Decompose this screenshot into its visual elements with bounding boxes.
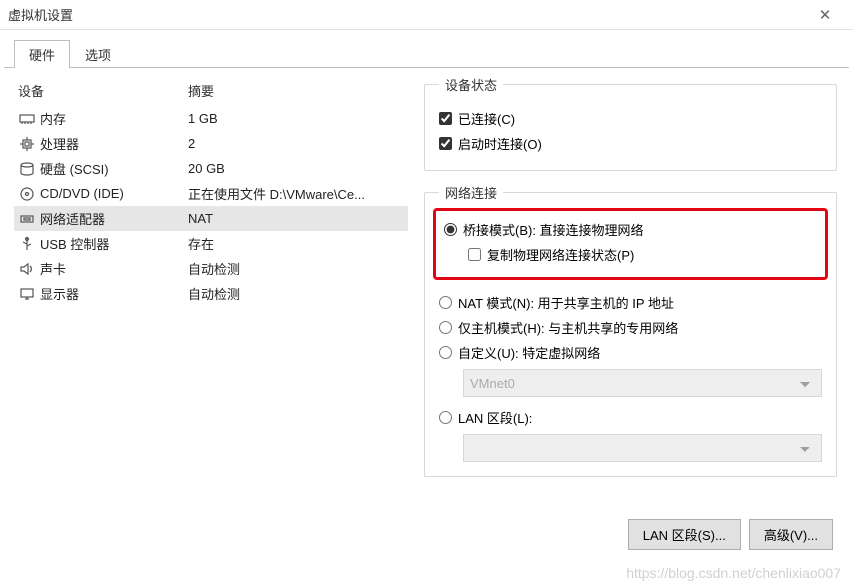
device-row[interactable]: 声卡自动检测 (14, 256, 408, 281)
highlight-box: 桥接模式(B): 直接连接物理网络 复制物理网络连接状态(P) (433, 208, 828, 280)
bridged-radio[interactable] (444, 223, 457, 236)
header-device: 设备 (18, 81, 188, 100)
device-name: 声卡 (40, 259, 188, 278)
cpu-icon (18, 136, 36, 152)
network-icon (18, 211, 36, 227)
device-row[interactable]: 硬盘 (SCSI)20 GB (14, 156, 408, 181)
display-icon (18, 286, 36, 302)
hostonly-label[interactable]: 仅主机模式(H): 与主机共享的专用网络 (458, 318, 678, 337)
disk-icon (18, 161, 36, 177)
titlebar: 虚拟机设置 ✕ (0, 0, 853, 30)
tab-hardware[interactable]: 硬件 (14, 40, 70, 68)
device-name: 硬盘 (SCSI) (40, 159, 188, 178)
device-name: 内存 (40, 109, 188, 128)
lan-segment-label[interactable]: LAN 区段(L): (458, 408, 532, 427)
lan-segment-radio[interactable] (439, 411, 452, 424)
sound-icon (18, 261, 36, 277)
device-summary: NAT (188, 211, 213, 226)
device-name: 处理器 (40, 134, 188, 153)
tabs: 硬件 选项 (0, 30, 853, 68)
custom-label[interactable]: 自定义(U): 特定虚拟网络 (458, 343, 600, 362)
device-row[interactable]: CD/DVD (IDE)正在使用文件 D:\VMware\Ce... (14, 181, 408, 206)
device-summary: 1 GB (188, 111, 218, 126)
nat-label[interactable]: NAT 模式(N): 用于共享主机的 IP 地址 (458, 293, 674, 312)
device-summary: 20 GB (188, 161, 225, 176)
hostonly-radio[interactable] (439, 321, 452, 334)
memory-icon (18, 111, 36, 127)
lan-segment-select[interactable] (463, 434, 822, 462)
device-name: 显示器 (40, 284, 188, 303)
device-row[interactable]: 显示器自动检测 (14, 281, 408, 306)
device-list-header: 设备 摘要 (14, 79, 408, 106)
custom-vnet-select[interactable]: VMnet0 (463, 369, 822, 397)
bridged-label[interactable]: 桥接模式(B): 直接连接物理网络 (463, 220, 644, 239)
device-name: CD/DVD (IDE) (40, 186, 188, 201)
advanced-button[interactable]: 高级(V)... (749, 519, 833, 550)
device-summary: 2 (188, 136, 195, 151)
header-summary: 摘要 (188, 81, 214, 100)
connected-label[interactable]: 已连接(C) (458, 109, 515, 128)
cd-icon (18, 186, 36, 202)
tab-options[interactable]: 选项 (70, 40, 126, 68)
device-status-group: 设备状态 已连接(C) 启动时连接(O) (424, 75, 837, 171)
device-name: USB 控制器 (40, 234, 188, 253)
network-connection-group: 网络连接 桥接模式(B): 直接连接物理网络 复制物理网络连接状态(P) NAT… (424, 183, 837, 477)
device-summary: 存在 (188, 234, 214, 253)
connect-on-power-checkbox[interactable] (439, 137, 452, 150)
device-row[interactable]: 处理器2 (14, 131, 408, 156)
network-legend: 网络连接 (439, 183, 503, 202)
close-icon[interactable]: ✕ (805, 0, 845, 30)
connected-checkbox[interactable] (439, 112, 452, 125)
device-name: 网络适配器 (40, 209, 188, 228)
device-summary: 正在使用文件 D:\VMware\Ce... (188, 184, 365, 203)
usb-icon (18, 236, 36, 252)
device-summary: 自动检测 (188, 259, 240, 278)
device-summary: 自动检测 (188, 284, 240, 303)
replicate-checkbox[interactable] (468, 248, 481, 261)
device-row[interactable]: 网络适配器NAT (14, 206, 408, 231)
lan-segments-button[interactable]: LAN 区段(S)... (628, 519, 741, 550)
device-row[interactable]: 内存1 GB (14, 106, 408, 131)
connect-on-power-label[interactable]: 启动时连接(O) (458, 134, 542, 153)
device-list-panel: 设备 摘要 内存1 GB处理器2硬盘 (SCSI)20 GBCD/DVD (ID… (4, 69, 414, 577)
settings-panel: 设备状态 已连接(C) 启动时连接(O) 网络连接 桥接模式(B): 直接连接物… (414, 69, 849, 577)
device-row[interactable]: USB 控制器存在 (14, 231, 408, 256)
replicate-label[interactable]: 复制物理网络连接状态(P) (487, 245, 634, 264)
custom-radio[interactable] (439, 346, 452, 359)
nat-radio[interactable] (439, 296, 452, 309)
window-title: 虚拟机设置 (8, 5, 805, 24)
device-status-legend: 设备状态 (439, 75, 503, 94)
